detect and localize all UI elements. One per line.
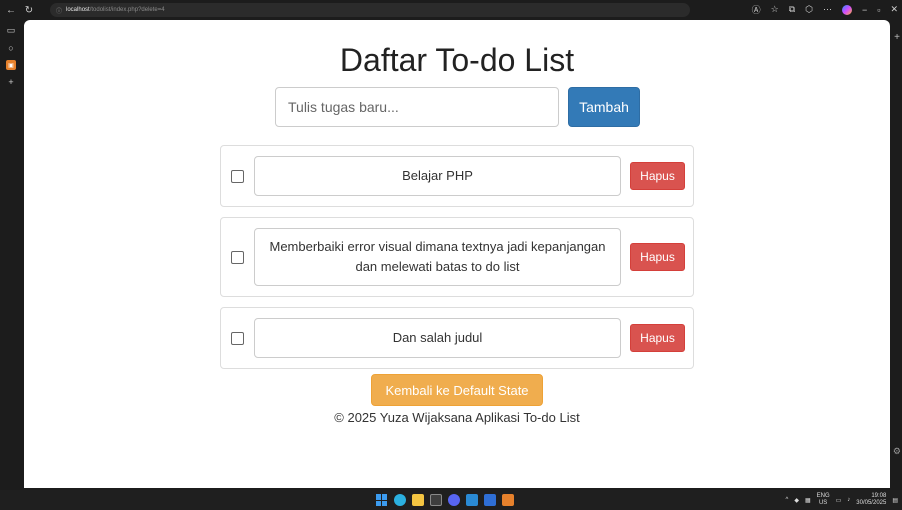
more-menu-icon[interactable]: ⋯ [823, 4, 832, 15]
clock[interactable]: 19:08 30/05/2025 [856, 493, 886, 507]
word-icon[interactable] [484, 494, 496, 506]
add-sidebar-icon[interactable]: + [894, 32, 900, 43]
edge-browser-icon[interactable] [394, 494, 406, 506]
site-info-icon[interactable]: ⓘ [56, 6, 62, 15]
delete-button[interactable]: Hapus [630, 243, 685, 271]
language-indicator[interactable]: ENG US [817, 493, 830, 507]
taskbar-apps [376, 494, 514, 506]
new-task-input[interactable] [275, 87, 559, 127]
todo-checkbox[interactable] [231, 169, 244, 183]
browser-circle-icon[interactable]: ○ [5, 42, 17, 54]
delete-button[interactable]: Hapus [630, 162, 685, 190]
page-title: Daftar To-do List [339, 42, 575, 78]
store-icon[interactable] [430, 494, 442, 506]
delete-button[interactable]: Hapus [630, 324, 685, 352]
todo-checkbox[interactable] [231, 331, 244, 345]
sidebar-app-icon[interactable]: ▣ [6, 60, 16, 70]
settings-gear-icon[interactable]: ⚙ [893, 446, 901, 457]
volume-icon[interactable]: ♪ [847, 497, 850, 503]
todo-text[interactable]: Belajar PHP [254, 156, 621, 196]
refresh-icon[interactable]: ↻ [22, 3, 36, 17]
address-host: localhost [66, 7, 90, 13]
todo-text[interactable]: Memberbaiki error visual dimana textnya … [254, 228, 621, 286]
file-explorer-icon[interactable] [412, 494, 424, 506]
windows-start-icon[interactable] [376, 494, 388, 506]
vscode-icon[interactable] [466, 494, 478, 506]
todo-checkbox[interactable] [231, 250, 244, 264]
reset-default-button[interactable]: Kembali ke Default State [371, 374, 543, 406]
todo-text[interactable]: Dan salah judul [254, 318, 621, 358]
region-code: US [818, 500, 828, 506]
collections-icon[interactable]: ⧉ [789, 4, 795, 15]
clock-date: 30/05/2025 [856, 500, 887, 506]
address-bar[interactable]: ⓘ localhost /todolist/index.php?delete=4 [50, 3, 690, 17]
tray-app-icon[interactable]: ◆ [794, 497, 799, 504]
favorite-star-icon[interactable]: ☆ [771, 4, 779, 15]
browser-toolbar-right: Ⓐ ☆ ⧉ ⬡ ⋯ − ▫ ✕ [752, 3, 898, 16]
right-sidebar: + ⚙ [890, 20, 902, 490]
minimize-icon[interactable]: − [862, 5, 867, 15]
reader-icon[interactable]: Ⓐ [752, 3, 761, 16]
clock-time: 19:08 [871, 493, 887, 499]
discord-icon[interactable] [448, 494, 460, 506]
extensions-icon[interactable]: ⬡ [805, 4, 813, 15]
copilot-icon[interactable] [841, 4, 852, 15]
notification-icon[interactable]: ▤ [892, 497, 898, 504]
page-viewport: Daftar To-do List Tambah Belajar PHP Hap… [24, 20, 890, 488]
add-tab-icon[interactable]: + [5, 76, 17, 88]
xampp-icon[interactable] [502, 494, 514, 506]
maximize-icon[interactable]: ▫ [877, 5, 880, 15]
browser-sidebar: ▭ ○ ▣ + [0, 20, 22, 490]
todo-item: Belajar PHP Hapus [220, 145, 694, 207]
todo-list: Belajar PHP Hapus Memberbaiki error visu… [220, 145, 694, 379]
monitor-icon[interactable]: ▭ [836, 497, 842, 504]
footer-copyright: © 2025 Yuza Wijaksana Aplikasi To-do Lis… [334, 410, 580, 425]
todo-item: Dan salah judul Hapus [220, 307, 694, 369]
taskbar: ^ ◆ ▦ ENG US ▭ ♪ 19:08 30/05/2025 ▤ [0, 490, 902, 510]
tray-overflow-icon[interactable]: ^ [785, 497, 788, 503]
add-task-form: Tambah [275, 87, 640, 127]
close-icon[interactable]: ✕ [890, 4, 898, 15]
tab-actions-icon[interactable]: ▭ [5, 24, 17, 36]
system-tray: ^ ◆ ▦ ENG US ▭ ♪ 19:08 30/05/2025 ▤ [785, 493, 898, 507]
browser-titlebar: ← ↻ ⓘ localhost /todolist/index.php?dele… [0, 0, 902, 20]
add-task-button[interactable]: Tambah [568, 87, 640, 127]
todo-item: Memberbaiki error visual dimana textnya … [220, 217, 694, 297]
tray-network-icon[interactable]: ▦ [805, 497, 811, 504]
address-path: /todolist/index.php?delete=4 [89, 7, 165, 13]
language-code: ENG [816, 493, 830, 499]
back-arrow-icon[interactable]: ← [4, 3, 18, 17]
